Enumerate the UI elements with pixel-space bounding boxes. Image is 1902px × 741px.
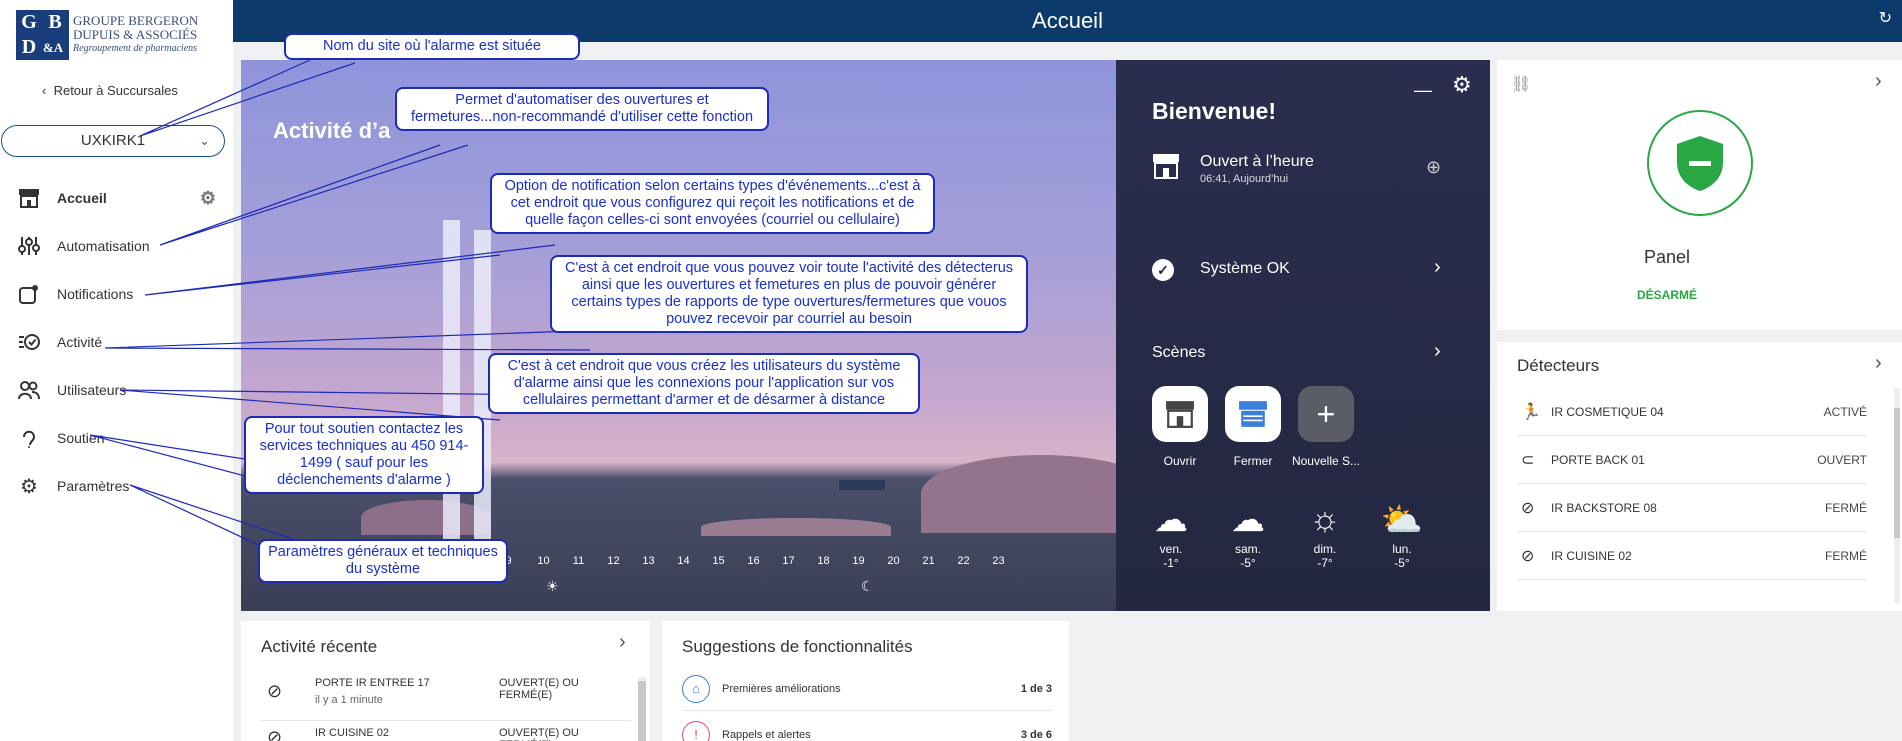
detector-row[interactable]: ⊘ IR CUISINE 02 FERMÉ — [1517, 532, 1867, 580]
callout-settings: Paramètres généraux et techniques du sys… — [258, 539, 508, 583]
sensor-icon: ⊘ — [267, 681, 283, 701]
open-status: Ouvert à l’heure 06:41, Aujourd’hui — [1200, 153, 1314, 185]
snow-cloud-icon: ☁ — [1154, 501, 1188, 539]
sidebar-item-parametres[interactable]: ⚙ Paramètres — [16, 471, 216, 501]
suggestions-title: Suggestions de fonctionnalités — [682, 637, 913, 656]
sidebar-item-accueil[interactable]: Accueil ⚙ — [16, 183, 216, 213]
detector-row[interactable]: ⊂ PORTE BACK 01 OUVERT — [1517, 436, 1867, 484]
sidebar-item-soutien[interactable]: Soutien — [16, 423, 216, 453]
detectors-card: Détecteurs › 🏃 IR COSMETIQUE 04 ACTIVÉ ⊂… — [1497, 342, 1902, 611]
scene-close-button[interactable] — [1225, 386, 1281, 442]
sliders-icon — [16, 235, 42, 257]
sidebar: G B D &A GROUPE BERGERON DUPUIS & ASSOCI… — [0, 0, 233, 741]
gear-icon[interactable]: ⚙ — [1452, 72, 1472, 98]
motion-icon: 🏃 — [1521, 403, 1541, 421]
unlink-icon: ⛓ — [1511, 76, 1532, 93]
weather-day: ☁ sam. -5° — [1213, 500, 1283, 570]
chevron-right-icon[interactable]: › — [1875, 352, 1882, 375]
chevron-right-icon[interactable]: › — [619, 631, 626, 654]
back-to-branches-link[interactable]: ‹ Retour à Succursales — [42, 83, 178, 98]
sidebar-item-activite[interactable]: Activité — [16, 327, 216, 357]
sidebar-item-notifications[interactable]: Notifications — [16, 279, 216, 309]
home-icon: ⌂ — [682, 675, 710, 703]
shield-icon — [1677, 136, 1723, 191]
callout-site: Nom du site où l'alarme est située — [284, 33, 580, 60]
callout-activity: C'est à cet endroit que vous pouvez voir… — [550, 255, 1028, 333]
activity-icon — [16, 331, 42, 353]
callout-automation: Permet d'automatiser des ouvertures et f… — [395, 87, 769, 131]
sensor-icon: ⊘ — [1521, 547, 1535, 565]
partly-cloudy-icon: ⛅ — [1380, 501, 1424, 539]
weather-day: ☁ ven. -1° — [1136, 500, 1206, 570]
weather-day: ☼ dim. -7° — [1290, 500, 1360, 570]
scene-open-button[interactable] — [1152, 386, 1208, 442]
recent-activity-title: Activité récente — [261, 637, 378, 656]
recent-activity-card: Activité récente › ⊘ PORTE IR ENTREE 17 … — [241, 621, 650, 741]
callout-notifications: Option de notification selon certains ty… — [490, 173, 935, 234]
scrollbar[interactable] — [638, 677, 646, 741]
hero-section: Activité d’a 7 8 9 10 11 12 13 14 15 16 … — [241, 60, 1490, 611]
sunrise-icon: ☀ — [546, 578, 559, 594]
chevron-right-icon[interactable]: › — [1434, 340, 1441, 363]
system-status[interactable]: Système OK — [1200, 260, 1490, 278]
ship — [839, 480, 885, 490]
support-icon — [16, 427, 42, 449]
activity-row[interactable]: ⊘ IR CUISINE 02 OUVERT(E) OU FERMÉ(E) — [261, 727, 631, 741]
sidebar-item-automatisation[interactable]: Automatisation — [16, 231, 216, 261]
gear-icon: ⚙ — [20, 475, 38, 498]
suggestion-row[interactable]: ⌂ Premières améliorations 1 de 3 — [682, 675, 1052, 711]
weather-day: ⛅ lun. -5° — [1367, 500, 1437, 570]
activity-chart-title: Activité d’a — [273, 118, 391, 143]
plus-icon: + — [1316, 395, 1336, 432]
activity-row[interactable]: ⊘ PORTE IR ENTREE 17 il y a 1 minute OUV… — [261, 677, 631, 721]
users-icon — [16, 379, 42, 401]
panel-status-circle[interactable] — [1647, 110, 1753, 216]
detector-row[interactable]: 🏃 IR COSMETIQUE 04 ACTIVÉ — [1517, 388, 1867, 436]
sensor-icon: ⊘ — [1521, 499, 1535, 517]
add-icon[interactable]: ⊕ — [1426, 157, 1441, 178]
detector-row[interactable]: ⊘ IR BACKSTORE 08 FERMÉ — [1517, 484, 1867, 532]
welcome-title: Bienvenue! — [1152, 98, 1276, 124]
minimize-icon[interactable]: — — [1414, 80, 1432, 101]
welcome-panel: — ⚙ Bienvenue! Ouvert à l’heure 06:41, A… — [1116, 60, 1490, 611]
callout-users: C'est à cet endroit que vous créez les u… — [488, 353, 920, 414]
check-icon: ✓ — [1152, 259, 1174, 281]
moon-icon: ☾ — [861, 578, 874, 594]
snow-cloud-icon: ☁ — [1231, 501, 1265, 539]
chevron-right-icon[interactable]: › — [1434, 256, 1441, 279]
door-open-icon: ⊂ — [1521, 451, 1535, 469]
company-logo: G B D &A GROUPE BERGERON DUPUIS & ASSOCI… — [16, 10, 216, 60]
chevron-down-icon: ⌄ — [199, 133, 210, 148]
detectors-title: Détecteurs — [1517, 356, 1600, 375]
scrollbar[interactable] — [1894, 388, 1900, 603]
sun-icon: ☼ — [1309, 500, 1341, 538]
notification-icon — [16, 283, 42, 305]
sensor-icon: ⊘ — [267, 727, 283, 741]
callout-support: Pour tout soutien contactez les services… — [244, 416, 484, 494]
store-icon — [1152, 153, 1180, 179]
panel-state: DÉSARMÉ — [1636, 288, 1697, 302]
panel-name: Panel — [1643, 247, 1691, 267]
store-icon — [16, 187, 42, 209]
alert-icon: ! — [682, 721, 710, 741]
new-scene-button[interactable]: + — [1298, 386, 1354, 442]
panel-card[interactable]: ⛓ › Panel DÉSARMÉ — [1497, 60, 1902, 330]
chevron-right-icon[interactable]: › — [1875, 70, 1882, 93]
site-select[interactable]: UXKIRK1 ⌄ — [1, 125, 225, 157]
feature-suggestions-card: Suggestions de fonctionnalités ⌂ Premièr… — [662, 621, 1069, 741]
store-icon — [1166, 401, 1194, 428]
suggestion-row[interactable]: ! Rappels et alertes 3 de 6 — [682, 721, 1052, 741]
sidebar-item-utilisateurs[interactable]: Utilisateurs — [16, 375, 216, 405]
chevron-left-icon: ‹ — [42, 83, 47, 98]
store-closed-icon — [1239, 401, 1267, 427]
gear-icon[interactable]: ⚙ — [200, 188, 216, 209]
scenes-header[interactable]: Scènes — [1152, 344, 1472, 362]
refresh-icon[interactable]: ↻ — [1879, 8, 1892, 28]
